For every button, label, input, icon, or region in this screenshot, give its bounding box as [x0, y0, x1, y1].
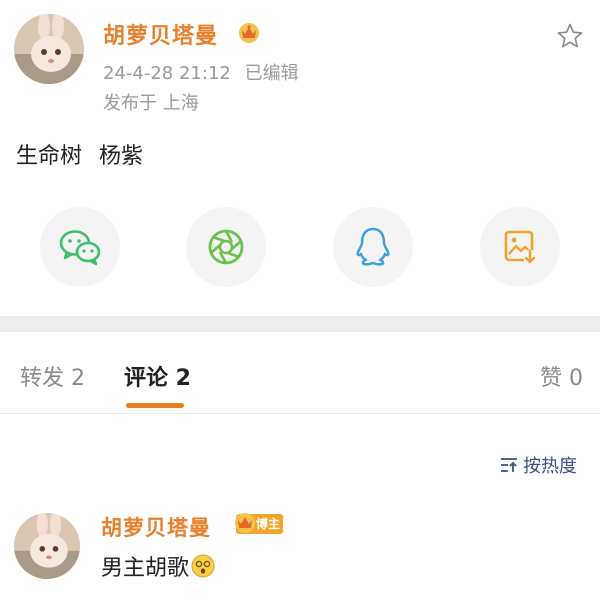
post-location: 发布于 上海	[103, 93, 199, 114]
save-image-icon	[504, 230, 536, 264]
comment-author-name[interactable]: 胡萝贝塔曼	[101, 512, 211, 542]
blogger-badge-label: 博主	[256, 517, 281, 531]
post-content: 生命树 杨紫	[16, 144, 143, 169]
post-author-avatar[interactable]	[14, 14, 84, 84]
save-image-button[interactable]	[480, 207, 560, 287]
tab-like[interactable]: 赞 0	[540, 360, 583, 392]
qq-icon	[356, 227, 390, 266]
comment-text: 男主胡歌	[101, 556, 190, 581]
vip-crown-icon	[235, 513, 255, 533]
timestamp-text: 24-4-28 21:12	[103, 63, 231, 84]
share-wechat-button[interactable]	[40, 207, 120, 287]
sort-label: 按热度	[523, 456, 577, 477]
comment-author-avatar[interactable]	[14, 513, 80, 579]
share-moments-button[interactable]	[186, 207, 266, 287]
active-tab-indicator	[126, 403, 184, 408]
post-author-name[interactable]: 胡萝贝塔曼	[103, 18, 218, 50]
sort-by-hot-button[interactable]: 按热度	[499, 452, 577, 478]
tabs-divider	[0, 413, 600, 414]
edited-label: 已编辑	[244, 63, 299, 84]
wechat-icon	[59, 230, 101, 266]
moments-icon	[208, 229, 244, 265]
favorite-star-icon[interactable]	[556, 22, 584, 50]
post-timestamp: 24-4-28 21:12 已编辑	[103, 59, 299, 85]
vip-crown-icon	[239, 23, 259, 43]
tab-repost[interactable]: 转发 2	[20, 360, 85, 392]
dizzy-face-emoji-icon	[191, 554, 215, 578]
share-qq-button[interactable]	[333, 207, 413, 287]
comment-content: 男主胡歌	[101, 550, 215, 582]
section-divider	[0, 316, 600, 332]
blogger-badge: 博主	[235, 513, 284, 534]
tab-comment[interactable]: 评论 2	[124, 360, 191, 392]
sort-icon	[501, 458, 517, 472]
